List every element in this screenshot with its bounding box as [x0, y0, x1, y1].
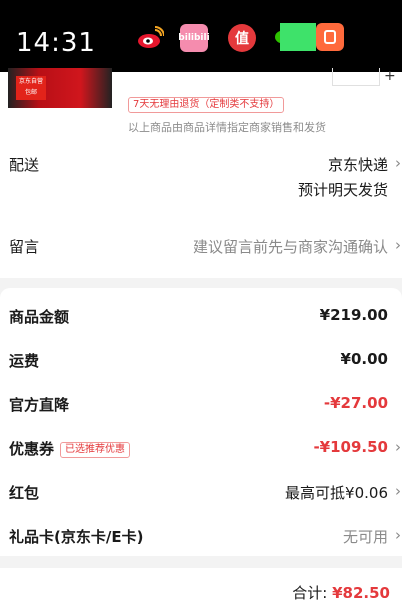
official-discount-label: 官方直降	[9, 396, 70, 414]
coupon-label: 优惠券	[9, 440, 55, 458]
coupon-tag: 已选推荐优惠	[60, 442, 131, 458]
goods-amount-value: ¥219.00	[319, 306, 388, 324]
chevron-right-icon: ›	[395, 154, 401, 172]
official-discount-value: -¥27.00	[323, 394, 388, 412]
delivery-carrier: 京东快递	[327, 156, 388, 174]
chevron-right-icon: ›	[395, 482, 401, 500]
red-packet-label: 红包	[9, 484, 40, 502]
message-row[interactable]: 留言 建议留言前先与商家沟通确认 ›	[0, 232, 402, 262]
delivery-eta: 预计明天发货	[297, 181, 388, 199]
product-thumbnail[interactable]: 京东自营 包邮	[8, 68, 112, 108]
coupon-row[interactable]: 优惠券 已选推荐优惠 -¥109.50 ›	[0, 434, 402, 464]
chevron-right-icon: ›	[395, 526, 401, 544]
chevron-right-icon: ›	[395, 438, 401, 456]
checkout-footer: 合计: ¥82.50	[0, 568, 402, 613]
shipping-row: 运费 ¥0.00	[0, 346, 402, 376]
message-placeholder: 建议留言前先与商家沟通确认	[192, 238, 388, 256]
self-operated-badge: 京东自营 包邮	[16, 76, 46, 100]
delivery-label: 配送	[9, 156, 40, 174]
message-label: 留言	[9, 238, 40, 256]
shipping-label: 运费	[9, 352, 40, 370]
bilibili-icon: bilibili	[178, 24, 210, 52]
status-time: 14:31	[16, 28, 96, 58]
zhidemai-icon: 值	[228, 24, 256, 52]
gift-card-row[interactable]: 礼品卡(京东卡/E卡) 无可用 ›	[0, 522, 402, 552]
gift-card-label: 礼品卡(京东卡/E卡)	[9, 528, 144, 546]
product-card: 京东自营 包邮 + 7天无理由退货（定制类不支持） 以上商品由商品详情指定商家销…	[0, 68, 402, 138]
plus-icon[interactable]: +	[384, 68, 396, 84]
official-discount-row: 官方直降 -¥27.00	[0, 390, 402, 420]
shipping-value: ¥0.00	[340, 350, 388, 368]
gift-card-value: 无可用	[342, 528, 388, 546]
price-summary-card: 商品金额 ¥219.00 运费 ¥0.00 官方直降 -¥27.00 优惠券 已选…	[0, 288, 402, 556]
status-bar: 14:31 bilibili 值	[0, 0, 402, 72]
chevron-right-icon: ›	[395, 236, 401, 254]
delivery-card: 配送 京东快递 › 预计明天发货 留言 建议留言前先与商家沟通确认 ›	[0, 138, 402, 278]
delivery-eta-row: 预计明天发货	[0, 175, 402, 205]
red-packet-value: 最高可抵¥0.06	[285, 484, 388, 502]
coupon-value: -¥109.50	[313, 438, 388, 456]
seller-notice: 以上商品由商品详情指定商家销售和发货	[128, 121, 326, 134]
notification-icon	[280, 23, 316, 51]
total-group: 合计: ¥82.50	[292, 582, 390, 603]
total-label: 合计:	[292, 584, 328, 602]
weibo-icon	[136, 24, 164, 52]
total-value: ¥82.50	[332, 584, 390, 602]
app-icon	[316, 23, 344, 51]
coupon-label-group: 优惠券 已选推荐优惠	[9, 438, 131, 459]
return-policy-tag: 7天无理由退货（定制类不支持）	[128, 97, 285, 113]
goods-amount-row: 商品金额 ¥219.00	[0, 302, 402, 332]
red-packet-row[interactable]: 红包 最高可抵¥0.06 ›	[0, 478, 402, 508]
goods-amount-label: 商品金额	[9, 308, 70, 326]
quantity-stepper[interactable]	[332, 68, 380, 86]
